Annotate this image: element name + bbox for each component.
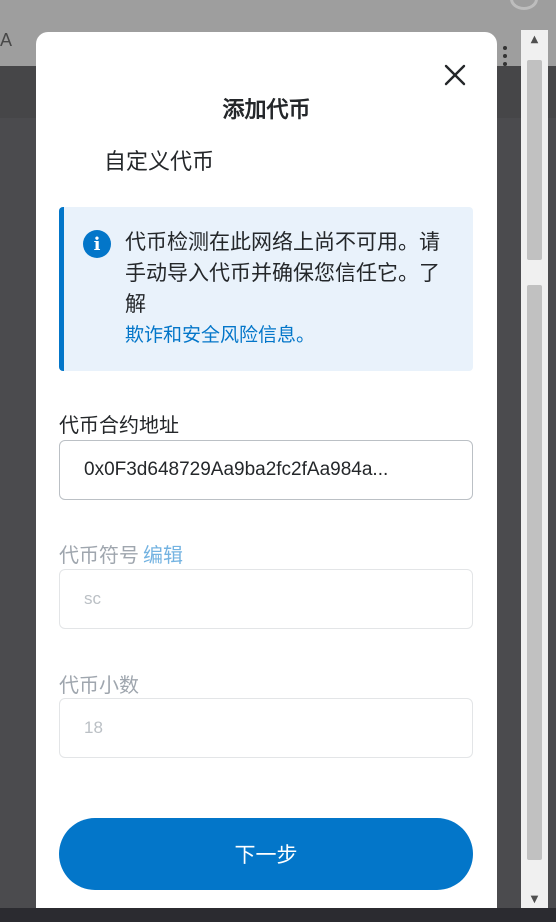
kebab-menu-icon[interactable] — [499, 46, 511, 66]
token-symbol-label-row: 代币符号 编辑 — [59, 539, 183, 568]
edit-symbol-link[interactable]: 编辑 — [143, 543, 183, 567]
token-decimals-value: 18 — [84, 718, 103, 737]
next-button[interactable]: 下一步 — [59, 818, 473, 890]
background-footer — [0, 908, 556, 922]
scrollbar[interactable]: ▲ ▼ — [521, 30, 548, 908]
scroll-up-icon[interactable]: ▲ — [521, 30, 548, 48]
scam-risk-link[interactable]: 欺诈和安全风险信息。 — [125, 320, 460, 351]
contract-address-value: 0x0F3d648729Aa9ba2fc2fAa984a... — [84, 459, 389, 480]
contract-address-input[interactable]: 0x0F3d648729Aa9ba2fc2fAa984a... — [59, 440, 473, 500]
add-token-modal: 添加代币 自定义代币 i 代币检测在此网络上尚不可用。请手动导入代币并确保您信任… — [36, 32, 497, 922]
scrollbar-thumb[interactable] — [527, 285, 542, 860]
info-text: 代币检测在此网络上尚不可用。请手动导入代币并确保您信任它。了解 欺诈和安全风险信… — [125, 227, 460, 351]
contract-address-label: 代币合约地址 — [59, 413, 179, 437]
scroll-down-icon[interactable]: ▼ — [521, 890, 548, 908]
scrollbar-track-segment — [527, 60, 542, 260]
info-message: 代币检测在此网络上尚不可用。请手动导入代币并确保您信任它。了解 — [125, 230, 440, 316]
info-banner: i 代币检测在此网络上尚不可用。请手动导入代币并确保您信任它。了解 欺诈和安全风… — [59, 207, 473, 371]
token-decimals-input[interactable]: 18 — [59, 698, 473, 758]
modal-title: 添加代币 — [222, 98, 311, 123]
token-decimals-label: 代币小数 — [59, 673, 139, 697]
token-symbol-label: 代币符号 — [59, 543, 139, 567]
close-icon — [444, 64, 466, 86]
close-button[interactable] — [440, 60, 470, 90]
token-symbol-value: sc — [84, 589, 101, 608]
info-icon: i — [83, 230, 111, 258]
custom-token-tab[interactable]: 自定义代币 — [104, 144, 214, 176]
token-symbol-input[interactable]: sc — [59, 569, 473, 629]
